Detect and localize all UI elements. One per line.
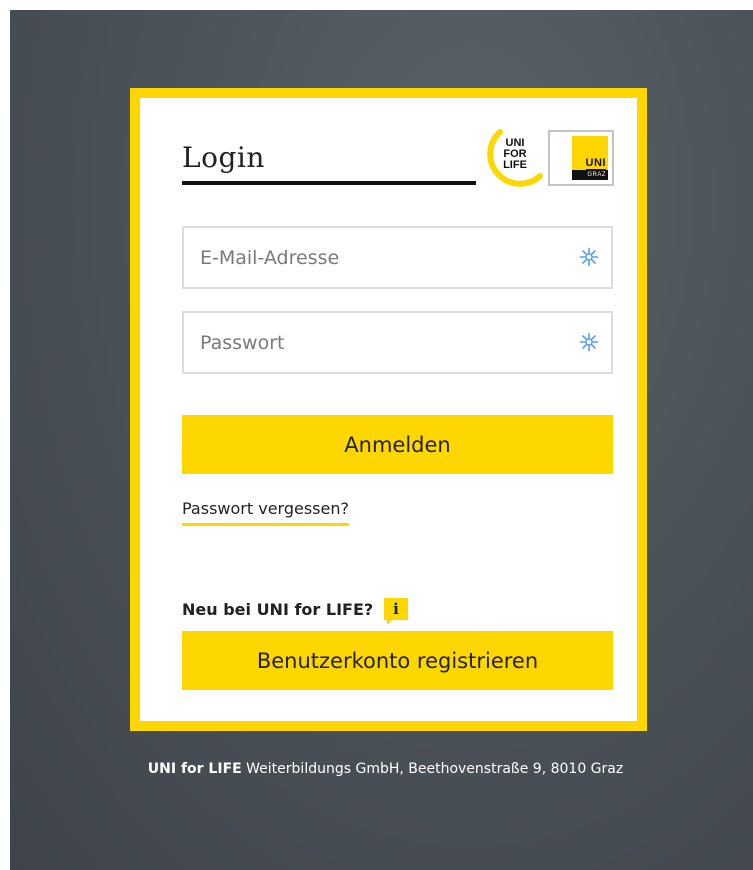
password-input[interactable] [184, 313, 570, 372]
uni-graz-logo: UNI GRAZ [548, 130, 614, 186]
uni-for-life-logo: UNI FOR LIFE [478, 126, 546, 194]
login-card: Login UNI FOR LIFE UNI GRAZ E-Mail-Adres… [130, 88, 647, 731]
info-icon[interactable]: i [384, 598, 408, 625]
page-title: Login [182, 141, 265, 174]
email-field[interactable] [182, 226, 613, 289]
new-user-label: Neu bei UNI for LIFE? [182, 600, 374, 619]
logo-graz-graz: GRAZ [572, 170, 608, 180]
title-underline [182, 181, 476, 185]
register-button[interactable]: Benutzerkonto registrieren [182, 631, 613, 690]
login-card-inner: Login UNI FOR LIFE UNI GRAZ E-Mail-Adres… [140, 98, 637, 721]
password-field[interactable] [182, 311, 613, 374]
logo-ufl-line3: LIFE [503, 159, 527, 171]
footer-address: Weiterbildungs GmbH, Beethovenstraße 9, … [241, 761, 624, 777]
forgot-password-link[interactable]: Passwort vergessen? [182, 499, 349, 526]
footer: UNI for LIFE Weiterbildungs GmbH, Beetho… [0, 761, 753, 777]
footer-brand: UNI for LIFE [147, 761, 242, 777]
login-button[interactable]: Anmelden [182, 415, 613, 474]
keepass-snowflake-icon[interactable] [579, 247, 599, 267]
email-input[interactable] [184, 228, 570, 287]
keepass-snowflake-icon[interactable] [579, 332, 599, 352]
